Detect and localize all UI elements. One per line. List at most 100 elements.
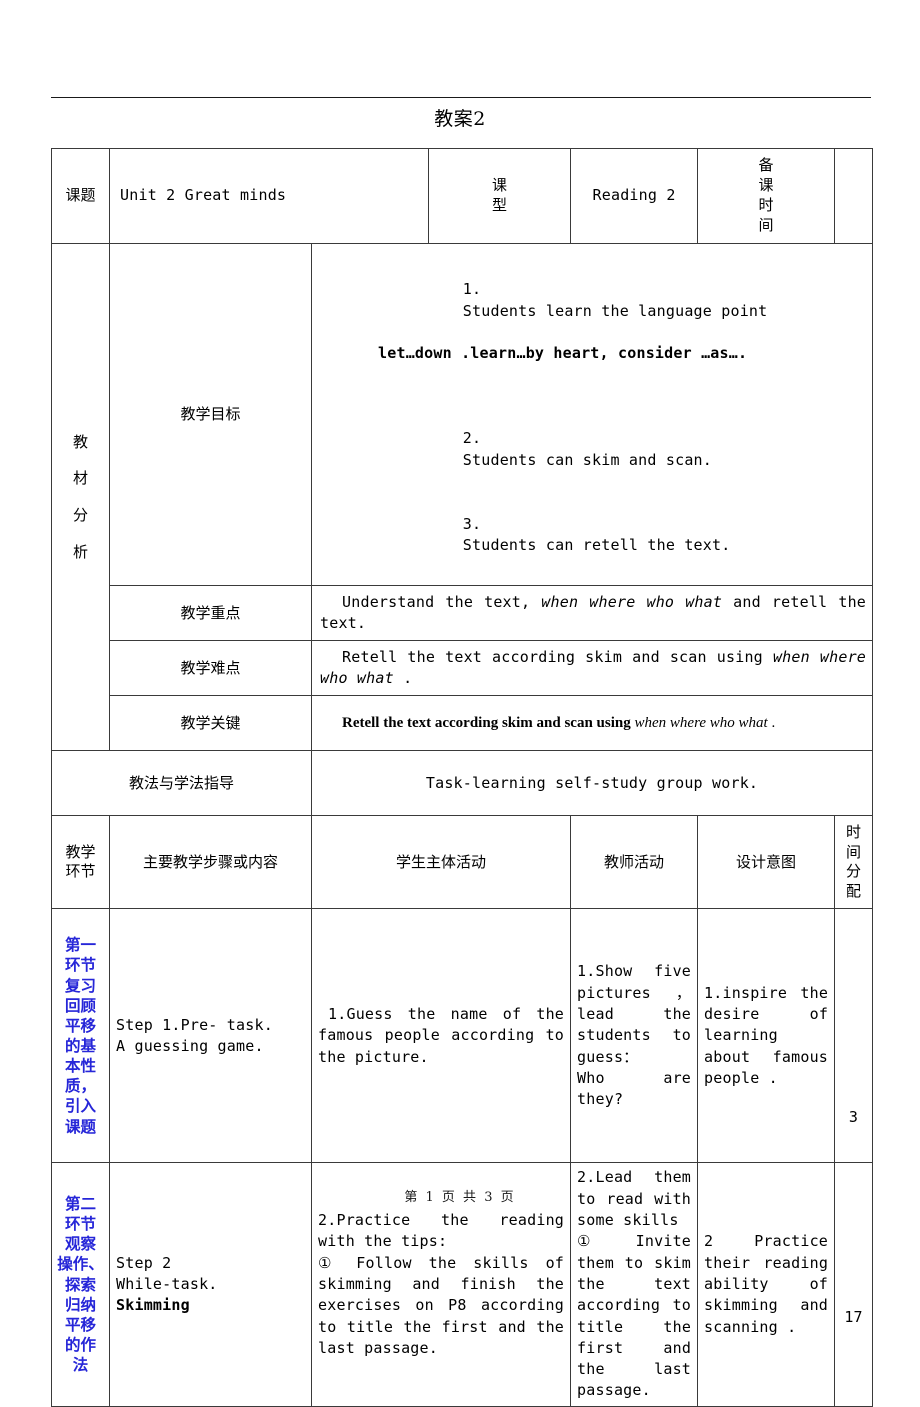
stage-1-student-activity: 1.Guess the name of the famous people ac… xyxy=(310,908,572,1164)
course-type-label-char-2: 型 xyxy=(492,196,508,214)
stage-1-line-1: 第一 xyxy=(64,935,96,955)
prep-time-label-char-2: 课 xyxy=(758,176,774,195)
table-row-course-header: 课题 Unit 2 Great minds 课 型 Reading 2 备 课 … xyxy=(51,148,874,244)
key-element-part-2: when where who what xyxy=(634,714,768,731)
stage-2-line-9: 法 xyxy=(72,1355,89,1375)
course-type-value: Reading 2 xyxy=(570,148,699,244)
header-stage-stack: 教学 环节 xyxy=(54,843,107,882)
stage-1-design-intent: 1.inspire the desire of learning about f… xyxy=(697,908,836,1164)
key-element-value: Retell the text according skim and scan … xyxy=(310,695,874,752)
header-time-char-1: 时 xyxy=(846,822,862,841)
methods-label: 教法与学法指导 xyxy=(51,750,312,817)
key-points-part-2: when where who what xyxy=(541,593,723,612)
stage-1-label-stack: 第一 环节 复习 回顾 平移 的基 本性 质， 引入 课题 xyxy=(53,935,108,1136)
page-footer: 第 1 页 共 3 页 xyxy=(404,1190,516,1205)
stage-1-line-7: 本性 xyxy=(64,1056,96,1076)
header-time-char-4: 配 xyxy=(846,882,862,901)
stage-1-steps: Step 1.Pre- task. A guessing game. xyxy=(109,908,312,1164)
course-type-label-stack: 课 型 xyxy=(433,176,566,216)
key-element-part-3: . xyxy=(767,714,776,731)
stage-1-line-2: 环节 xyxy=(64,955,96,975)
difficulties-part-1: Retell the text according skim and scan … xyxy=(342,648,773,667)
header-design-intent: 设计意图 xyxy=(697,815,836,910)
analysis-section-label-stack: 教 材 分 析 xyxy=(56,424,105,571)
objective-1-sub: let…down .learn…by heart, consider …as…. xyxy=(378,344,748,363)
prep-time-label-char-3: 时 xyxy=(758,196,774,214)
table-row-key-points: 教学重点 Understand the text, when where who… xyxy=(52,585,874,642)
objective-3-num: 3. xyxy=(462,514,482,533)
analysis-section-label: 教 材 分 析 xyxy=(51,242,110,752)
stage-2-steps-bold: Skimming xyxy=(116,1296,190,1315)
header-time-char-3: 分 xyxy=(846,862,862,881)
objective-1-text: Students learn the language point xyxy=(462,301,768,320)
table-row-stage-1: 第一 环节 复习 回顾 平移 的基 本性 质， 引入 课题 Step 1.Pre… xyxy=(51,908,874,1164)
topic-label: 课题 xyxy=(51,148,110,244)
stage-2-line-2: 环节 xyxy=(64,1214,96,1234)
objectives-label: 教学目标 xyxy=(109,242,312,587)
stage-2-line-8: 的作 xyxy=(64,1334,96,1354)
prep-time-label-char-4: 间 xyxy=(758,215,774,234)
header-time-char-2: 间 xyxy=(846,842,862,861)
stage-1-line-5: 平移 xyxy=(64,1015,96,1035)
header-time-stack: 时 间 分 配 xyxy=(837,823,870,903)
prep-time-label-char-1: 备 xyxy=(758,156,774,175)
objective-2-text: Students can skim and scan. xyxy=(462,450,713,469)
stage-1-line-3: 复习 xyxy=(64,975,96,995)
key-points-part-1: Understand the text, xyxy=(342,593,542,612)
stage-1-line-10: 课题 xyxy=(64,1116,96,1136)
stage-1-teacher-activity: 1.Show five pictures，lead the students t… xyxy=(570,908,699,1164)
prep-time-value xyxy=(834,148,874,244)
objective-1-num: 1. xyxy=(462,280,482,299)
header-teacher-activity: 教师活动 xyxy=(570,815,699,910)
difficulties-label: 教学难点 xyxy=(109,640,312,697)
course-type-label-char-1: 课 xyxy=(492,176,508,195)
analysis-label-char-2: 材 xyxy=(72,469,88,488)
header-stage-line-2: 环节 xyxy=(65,862,96,881)
objective-2-num: 2. xyxy=(462,429,482,448)
analysis-label-char-4: 析 xyxy=(72,542,88,561)
stage-2-line-5: 探索 xyxy=(64,1274,96,1294)
list-item: 3. Students can retell the text. xyxy=(326,492,864,577)
stage-1-line-4: 回顾 xyxy=(64,995,96,1015)
stage-2-line-4: 操作、 xyxy=(57,1254,104,1274)
stage-2-label-stack: 第二 环节 观察 操作、 探索 归纳 平移 的作 法 xyxy=(53,1194,108,1375)
header-divider-rule xyxy=(51,97,871,98)
list-item: 1. Students learn the language point let… xyxy=(326,258,864,407)
table-row-objectives: 教 材 分 析 教学目标 1. Students learn the langu… xyxy=(51,242,874,752)
topic-value: Unit 2 Great minds xyxy=(108,148,430,244)
key-element-label: 教学关键 xyxy=(109,695,312,752)
table-row-key-element: 教学关键 Retell the text according skim and … xyxy=(52,695,874,752)
stage-2-line-3: 观察 xyxy=(64,1234,96,1254)
course-type-label: 课 型 xyxy=(428,148,572,244)
stage-2-line-6: 归纳 xyxy=(64,1294,96,1314)
header-steps: 主要教学步骤或内容 xyxy=(109,815,312,910)
key-points-label: 教学重点 xyxy=(109,585,312,642)
page-title: 教案2 xyxy=(434,108,486,130)
objective-3-text: Students can retell the text. xyxy=(462,535,731,554)
analysis-label-char-3: 分 xyxy=(72,506,88,525)
header-stage: 教学 环节 xyxy=(51,815,110,910)
stage-1-line-9: 引入 xyxy=(64,1096,96,1116)
stage-2-line-7: 平移 xyxy=(64,1314,96,1334)
difficulties-part-3: . xyxy=(393,669,413,688)
methods-value: Task-learning self-study group work. xyxy=(310,750,874,817)
table-row-difficulties: 教学难点 Retell the text according skim and … xyxy=(52,640,874,697)
difficulties-value: Retell the text according skim and scan … xyxy=(310,640,874,697)
key-element-part-1: Retell the text according skim and scan … xyxy=(342,714,635,731)
key-points-value: Understand the text, when where who what… xyxy=(310,585,874,642)
table-row-activity-headers: 教学 环节 主要教学步骤或内容 学生主体活动 教师活动 设计意图 时 间 分 配 xyxy=(51,815,874,910)
list-item: 2. Students can skim and scan. xyxy=(326,407,864,492)
objectives-value: 1. Students learn the language point let… xyxy=(310,242,874,587)
stage-1-label: 第一 环节 复习 回顾 平移 的基 本性 质， 引入 课题 xyxy=(51,908,110,1164)
stage-2-steps-text: Step 2 While-task. xyxy=(116,1253,218,1293)
document-page: 教案2 课题 Unit 2 Great minds 课 型 Reading 2 xyxy=(0,0,920,1407)
prep-time-label: 备 课 时 间 xyxy=(697,148,836,244)
lesson-plan-table: 课题 Unit 2 Great minds 课 型 Reading 2 备 课 … xyxy=(51,148,874,1407)
objectives-list: 1. Students learn the language point let… xyxy=(326,258,864,577)
stage-1-line-8: 质， xyxy=(64,1076,96,1096)
prep-time-label-stack: 备 课 时 间 xyxy=(702,156,830,236)
header-stage-line-1: 教学 xyxy=(65,842,96,861)
header-student-activity: 学生主体活动 xyxy=(310,815,572,910)
analysis-label-char-1: 教 xyxy=(72,432,88,451)
stage-1-time: 3 xyxy=(834,908,874,1164)
